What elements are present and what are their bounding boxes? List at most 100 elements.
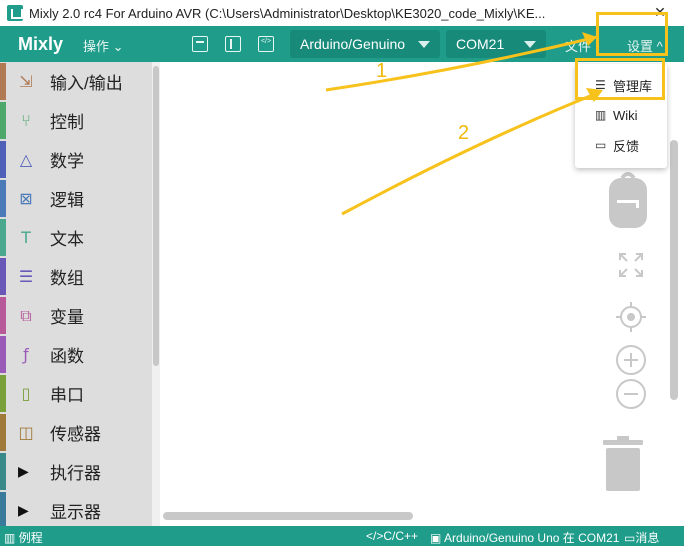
window-titlebar: Mixly 2.0 rc4 For Arduino AVR (C:\Users\…	[0, 0, 684, 26]
math-icon: △	[19, 150, 33, 169]
function-icon: ƒ	[23, 345, 29, 364]
app-header: Mixly 操作 ⌄ Arduino/Genuino COM21 文件 设置 ^	[0, 26, 684, 62]
annotation-box-manage-libraries	[575, 58, 665, 100]
array-icon: ☰	[18, 267, 34, 286]
category-color-stripe	[0, 297, 6, 334]
language-label: C/C++	[383, 529, 419, 543]
feedback-item[interactable]: ▭ 反馈	[575, 130, 667, 160]
category-logic[interactable]: ⊠ 逻辑	[0, 179, 152, 218]
fullscreen-icon[interactable]	[618, 252, 644, 278]
category-color-stripe	[0, 63, 6, 100]
split-view-icon[interactable]	[225, 36, 241, 52]
messages-button[interactable]: ▭消息	[624, 529, 659, 546]
in-out-icon: ⇲	[19, 72, 33, 91]
window-title: Mixly 2.0 rc4 For Arduino AVR (C:\Users\…	[29, 5, 546, 21]
category-color-stripe	[0, 219, 6, 256]
book-icon: ▥	[595, 108, 607, 122]
brand-logo: Mixly	[18, 34, 64, 54]
trash-icon[interactable]	[603, 436, 643, 491]
category-color-stripe	[0, 180, 6, 217]
category-color-stripe	[0, 414, 6, 451]
annotation-number-2: 2	[458, 122, 470, 144]
category-label: 控制	[50, 113, 84, 132]
toolbox-scroll-thumb[interactable]	[153, 66, 159, 366]
category-label: 执行器	[50, 464, 101, 483]
file-menu[interactable]: 文件	[565, 36, 591, 55]
wiki-item[interactable]: ▥ Wiki	[575, 100, 667, 130]
zoom-in-icon[interactable]	[615, 344, 647, 376]
language-indicator[interactable]: </>C/C++	[366, 529, 418, 543]
category-label: 变量	[50, 308, 84, 327]
operations-label: 操作	[83, 39, 110, 54]
backpack-icon[interactable]	[607, 170, 649, 228]
board-select[interactable]: Arduino/Genuino	[290, 30, 440, 58]
port-select-value: COM21	[456, 36, 505, 52]
board-select-value: Arduino/Genuino	[300, 36, 406, 52]
category-label: 数学	[50, 152, 84, 171]
category-label: 文本	[50, 230, 84, 249]
category-label: 逻辑	[50, 191, 84, 210]
category-function[interactable]: ƒ 函数	[0, 335, 152, 374]
workspace-vertical-scrollbar[interactable]	[670, 140, 678, 400]
comment-icon: ▭	[624, 531, 636, 545]
annotation-box-settings	[596, 12, 668, 56]
category-text[interactable]: T 文本	[0, 218, 152, 257]
category-label: 串口	[50, 386, 84, 405]
category-display[interactable]: ▶ 显示器	[0, 491, 152, 526]
category-variable[interactable]: ⧉ 变量	[0, 296, 152, 335]
toolbox-scrollbar[interactable]	[152, 62, 160, 526]
port-select[interactable]: COM21	[446, 30, 546, 58]
category-array[interactable]: ☰ 数组	[0, 257, 152, 296]
code-view-icon[interactable]	[258, 36, 274, 52]
workspace-horizontal-scrollbar[interactable]	[163, 512, 413, 520]
category-color-stripe	[0, 141, 6, 178]
category-color-stripe	[0, 375, 6, 412]
examples-label: 例程	[18, 531, 43, 545]
category-actuator[interactable]: ▶ 执行器	[0, 452, 152, 491]
chevron-down-icon: ⌄	[112, 39, 124, 54]
operations-menu[interactable]: 操作 ⌄	[83, 36, 124, 55]
category-control[interactable]: ⑂ 控制	[0, 101, 152, 140]
category-color-stripe	[0, 258, 6, 295]
control-icon: ⑂	[21, 111, 31, 130]
variable-icon: ⧉	[20, 305, 32, 325]
comment-icon: ▭	[595, 138, 607, 152]
annotation-number-1: 1	[376, 60, 388, 82]
caret-down-icon	[524, 41, 536, 48]
board-status[interactable]: ▣ Arduino/Genuino Uno 在 COM21	[430, 529, 619, 546]
category-label: 显示器	[50, 503, 101, 522]
status-bar: ▥ 例程 </>C/C++ ▣ Arduino/Genuino Uno 在 CO…	[0, 526, 684, 546]
blocks-view-icon[interactable]	[192, 36, 208, 52]
category-label: 传感器	[50, 425, 101, 444]
category-color-stripe	[0, 102, 6, 139]
category-color-stripe	[0, 492, 6, 526]
zoom-out-icon[interactable]	[615, 378, 647, 410]
category-label: 数组	[50, 269, 84, 288]
category-math[interactable]: △ 数学	[0, 140, 152, 179]
serial-icon: ▯	[21, 384, 31, 403]
expand-arrow-icon: ▶	[18, 502, 29, 519]
category-input-output[interactable]: ⇲ 输入/输出	[0, 62, 152, 101]
examples-button[interactable]: ▥ 例程	[4, 529, 43, 546]
menu-item-label: Wiki	[613, 107, 638, 123]
chip-icon: ▣	[430, 531, 442, 545]
logic-icon: ⊠	[19, 189, 33, 208]
category-label: 函数	[50, 347, 84, 366]
text-icon: T	[21, 228, 31, 247]
category-sensor[interactable]: ◫ 传感器	[0, 413, 152, 452]
sensor-icon: ◫	[18, 423, 34, 442]
category-label: 输入/输出	[50, 74, 123, 93]
board-status-label: Arduino/Genuino Uno 在 COM21	[444, 531, 620, 545]
expand-arrow-icon: ▶	[18, 463, 29, 480]
category-serial[interactable]: ▯ 串口	[0, 374, 152, 413]
caret-down-icon	[418, 41, 430, 48]
recenter-icon[interactable]	[616, 302, 646, 332]
mixly-app-icon	[7, 5, 23, 21]
category-color-stripe	[0, 453, 6, 490]
code-icon: </>	[366, 529, 384, 543]
menu-item-label: 反馈	[613, 138, 640, 154]
messages-label: 消息	[635, 531, 660, 545]
book-icon: ▥	[4, 531, 16, 545]
category-color-stripe	[0, 336, 6, 373]
block-toolbox: ⇲ 输入/输出 ⑂ 控制 △ 数学 ⊠ 逻辑 T 文本 ☰ 数组 ⧉ 变量 ƒ …	[0, 62, 152, 526]
